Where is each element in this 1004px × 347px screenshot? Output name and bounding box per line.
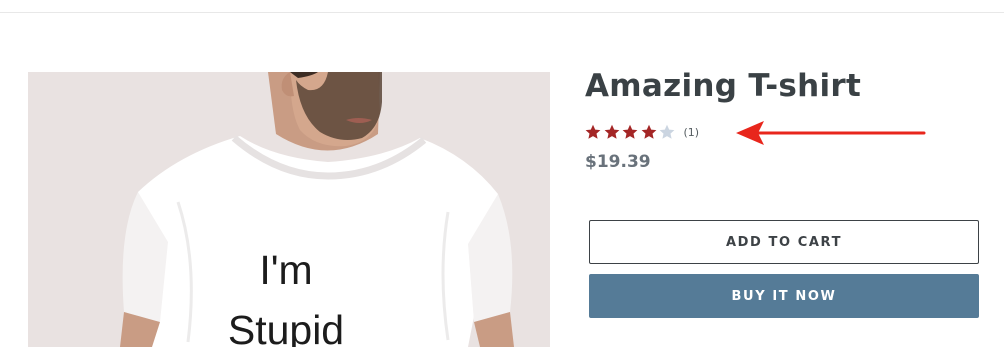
product-photo: I'm Stupid	[28, 72, 550, 347]
buy-it-now-button[interactable]: BUY IT NOW	[589, 274, 979, 318]
header-divider	[0, 12, 1004, 13]
shirt-text-line1: I'm	[259, 247, 312, 293]
review-count[interactable]: (1)	[684, 126, 700, 139]
stars-container	[585, 124, 678, 140]
product-page: I'm Stupid Amazing T-shirt (1) $19.39 AD…	[0, 0, 1004, 347]
product-title: Amazing T-shirt	[585, 68, 862, 104]
star-filled-icon	[604, 124, 619, 139]
add-to-cart-button[interactable]: ADD TO CART	[589, 220, 979, 264]
red-arrow-annotation	[736, 121, 926, 145]
product-image[interactable]: I'm Stupid	[28, 72, 550, 347]
star-filled-icon	[585, 124, 601, 139]
shirt-text-line2: Stupid	[228, 307, 344, 347]
star-rating[interactable]: (1)	[585, 122, 699, 142]
star-empty-icon	[659, 124, 675, 139]
product-price: $19.39	[585, 152, 651, 172]
star-filled-icon	[641, 124, 656, 139]
star-filled-icon	[622, 124, 638, 139]
